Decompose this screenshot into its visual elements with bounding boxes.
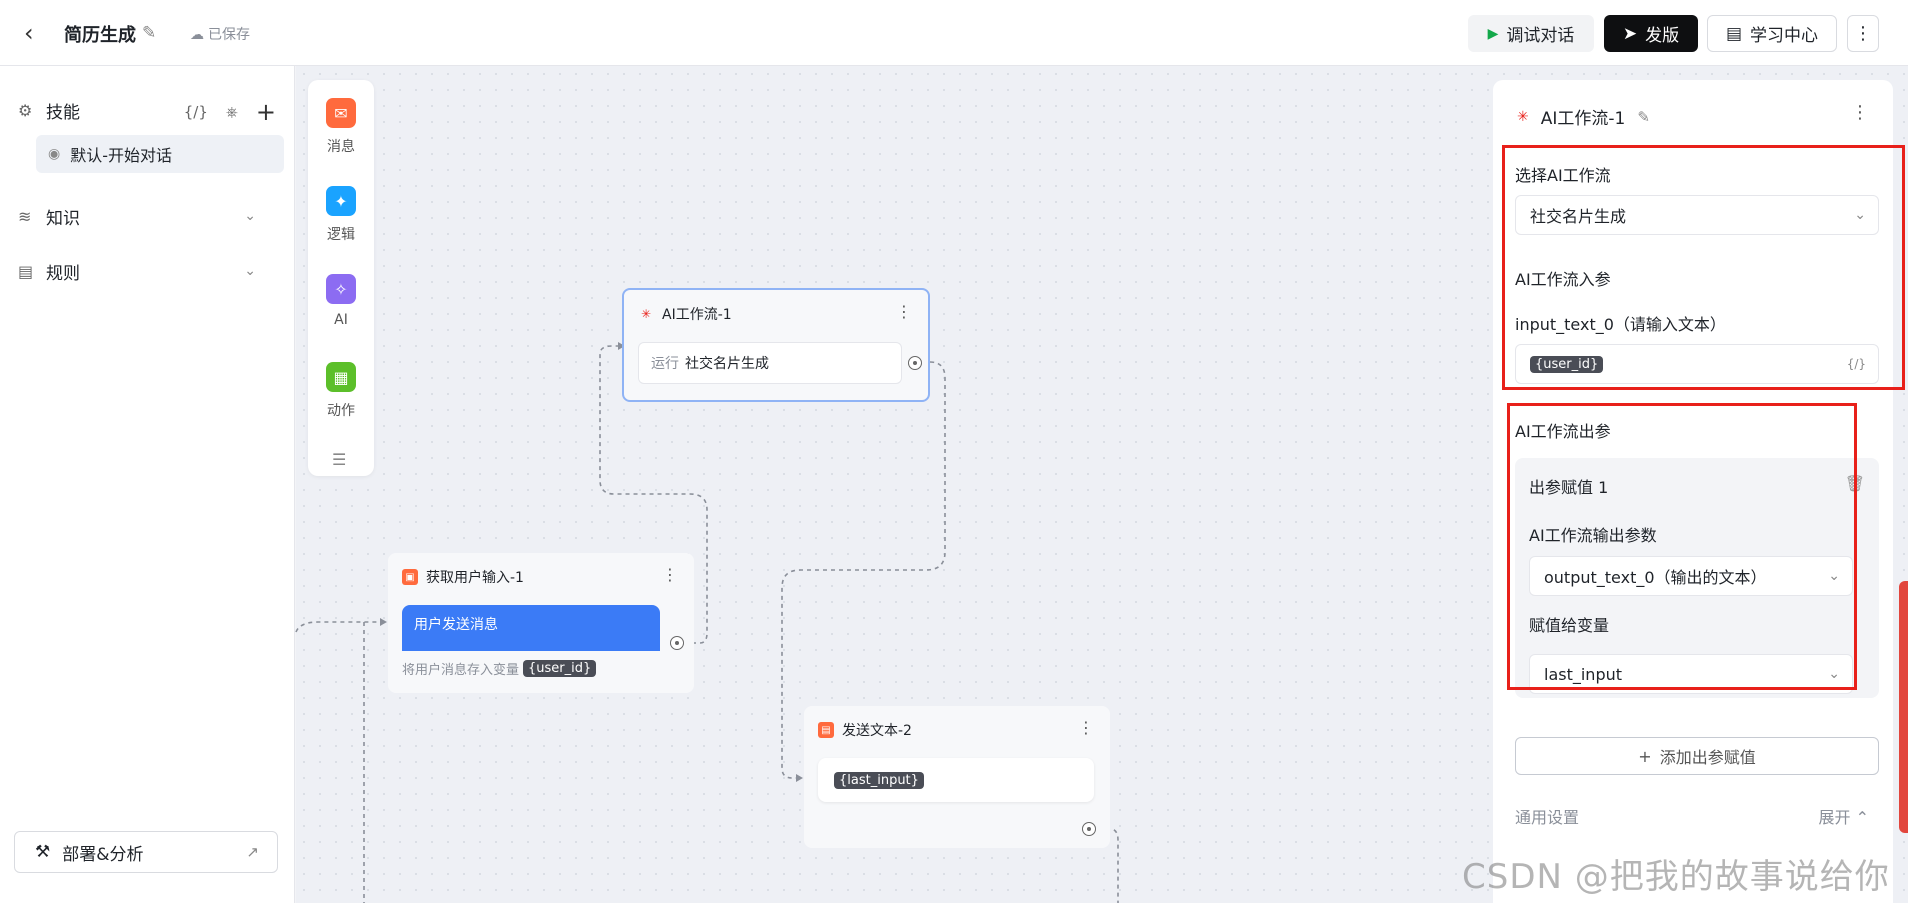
- bulb-icon: ✦: [326, 186, 356, 216]
- plugin-icon[interactable]: ⎈: [226, 103, 238, 121]
- palette-item-logic[interactable]: ✦ 逻辑: [308, 186, 374, 244]
- palette-item-ai[interactable]: ✧ AI: [308, 274, 374, 328]
- play-circle-icon: ◉: [48, 146, 61, 162]
- more-vertical-icon[interactable]: ⋮: [662, 565, 678, 584]
- publish-button[interactable]: ➤ 发版: [1604, 15, 1698, 52]
- skill-icon: ⚙: [18, 100, 33, 120]
- run-prefix: 运行: [651, 356, 679, 372]
- variable-tag: {user_id}: [523, 660, 597, 677]
- output-port[interactable]: [908, 356, 922, 370]
- highlight-box-output: [1507, 403, 1857, 690]
- palette-label: 动作: [327, 403, 355, 419]
- grid-icon: ▦: [326, 362, 356, 392]
- rules-section-header[interactable]: ▤ 规则 ⌄: [18, 258, 278, 284]
- add-skill-icon[interactable]: +: [256, 98, 276, 126]
- panel-title: AI工作流-1: [1540, 109, 1626, 129]
- sidebar-item-label: 默认-开始对话: [70, 146, 172, 165]
- highlight-box-input: [1502, 145, 1905, 390]
- output-port[interactable]: [1082, 822, 1096, 836]
- knowledge-section-header[interactable]: ≋ 知识 ⌄: [18, 203, 278, 229]
- add-output-label: 添加出参赋值: [1659, 748, 1756, 767]
- palette-item-action[interactable]: ▦ 动作: [308, 362, 374, 420]
- chevron-down-icon: ⌄: [244, 263, 256, 279]
- more-vertical-icon[interactable]: ⋮: [1851, 102, 1869, 123]
- chevron-down-icon: ⌄: [244, 208, 256, 224]
- variable-icon[interactable]: {/}: [184, 103, 208, 121]
- general-settings-label: 通用设置: [1515, 808, 1580, 827]
- node-title: AI工作流-1: [662, 307, 732, 323]
- node-get-user-input[interactable]: ▣ 获取用户输入-1 ⋮ 用户发送消息 将用户消息存入变量 {user_id}: [388, 553, 694, 693]
- book-icon: ▤: [1725, 23, 1743, 44]
- skill-tools: {/} ⎈ +: [184, 98, 276, 126]
- text-icon: ▤: [818, 722, 834, 738]
- layers-icon: ≋: [18, 206, 32, 226]
- magic-wand-icon: ✧: [326, 274, 356, 304]
- collapse-icon[interactable]: ☰: [332, 450, 346, 469]
- input-icon: ▣: [402, 569, 418, 585]
- node-header: ▣ 获取用户输入-1: [402, 567, 524, 587]
- debug-chat-label: 调试对话: [1506, 26, 1575, 46]
- node-header: ▤ 发送文本-2: [818, 720, 912, 740]
- rules-label: 规则: [46, 263, 80, 284]
- node-header: ✳ AI工作流-1: [638, 304, 732, 324]
- text-content-box[interactable]: {last_input}: [818, 758, 1094, 802]
- edit-icon[interactable]: ✎: [1637, 108, 1650, 126]
- wand-icon: ⚒: [35, 842, 51, 862]
- debug-chat-button[interactable]: ▶ 调试对话: [1468, 15, 1594, 52]
- plus-icon: +: [1638, 746, 1652, 766]
- run-value: 社交名片生成: [685, 356, 769, 372]
- cloud-check-icon: ☁: [190, 27, 204, 43]
- node-run-box: 运行 社交名片生成: [638, 342, 902, 384]
- saved-status-text: 已保存: [208, 27, 250, 43]
- variable-tag: {last_input}: [834, 771, 924, 789]
- more-vertical-icon[interactable]: ⋮: [1078, 718, 1094, 737]
- deploy-label: 部署&分析: [62, 844, 144, 865]
- expand-label: 展开: [1818, 808, 1851, 827]
- palette-item-message[interactable]: ✉ 消息: [308, 98, 374, 156]
- chevron-updown-icon: ⌃: [1855, 808, 1869, 827]
- palette-label: 逻辑: [327, 227, 355, 243]
- node-title: 发送文本-2: [842, 723, 912, 739]
- panel-header: ✳ AI工作流-1 ✎: [1517, 104, 1650, 130]
- expand-toggle[interactable]: 展开 ⌃: [1818, 804, 1869, 828]
- add-output-assignment-button[interactable]: + 添加出参赋值: [1515, 737, 1879, 775]
- back-icon[interactable]: ‹: [24, 20, 50, 46]
- more-menu-button[interactable]: ⋮: [1847, 15, 1879, 52]
- left-sidebar: ⚙ 技能 {/} ⎈ + ◉ 默认-开始对话 ≋ 知识 ⌄ ▤ 规则 ⌄ ⚒ 部…: [0, 66, 295, 903]
- store-var-note: 将用户消息存入变量 {user_id}: [402, 659, 597, 678]
- user-message-button[interactable]: 用户发送消息: [402, 605, 660, 651]
- deploy-analytics-button[interactable]: ⚒ 部署&分析 ↗: [14, 831, 278, 873]
- skill-label: 技能: [46, 102, 80, 123]
- chat-bubble-icon: ✉: [326, 98, 356, 128]
- play-icon: ▶: [1487, 25, 1499, 42]
- saved-status: ☁ 已保存: [190, 24, 250, 44]
- document-icon: ▤: [18, 261, 34, 281]
- workflow-logo-icon: ✳: [640, 307, 652, 321]
- top-bar: ‹ 简历生成 ✎ ☁ 已保存 ▶ 调试对话 ➤ 发版 ▤ 学习中心 ⋮: [0, 0, 1908, 66]
- watermark: CSDN @把我的故事说给你: [1462, 857, 1890, 897]
- edit-title-icon[interactable]: ✎: [142, 23, 156, 43]
- palette-label: 消息: [327, 139, 355, 155]
- knowledge-label: 知识: [46, 208, 80, 229]
- output-port[interactable]: [670, 636, 684, 650]
- more-vertical-icon[interactable]: ⋮: [896, 302, 912, 321]
- send-icon: ➤: [1622, 23, 1638, 44]
- arrow-up-right-icon: ↗: [246, 843, 259, 861]
- node-title: 获取用户输入-1: [426, 570, 524, 586]
- page-title: 简历生成: [64, 25, 136, 46]
- workflow-logo-icon: ✳: [1517, 108, 1529, 125]
- node-palette: ✉ 消息 ✦ 逻辑 ✧ AI ▦ 动作 ☰: [308, 80, 374, 476]
- node-ai-workflow[interactable]: ✳ AI工作流-1 ⋮ 运行 社交名片生成: [622, 288, 930, 402]
- learning-center-label: 学习中心: [1750, 26, 1819, 46]
- sidebar-item-default-start[interactable]: ◉ 默认-开始对话: [36, 135, 284, 173]
- publish-label: 发版: [1645, 26, 1680, 46]
- palette-label: AI: [334, 312, 348, 328]
- side-handle[interactable]: [1899, 581, 1908, 833]
- node-send-text[interactable]: ▤ 发送文本-2 ⋮ {last_input}: [804, 706, 1110, 848]
- skill-section-header[interactable]: ⚙ 技能: [18, 97, 80, 123]
- store-var-text: 将用户消息存入变量: [402, 663, 520, 678]
- more-vertical-icon: ⋮: [1854, 23, 1872, 44]
- learning-center-button[interactable]: ▤ 学习中心: [1707, 15, 1837, 52]
